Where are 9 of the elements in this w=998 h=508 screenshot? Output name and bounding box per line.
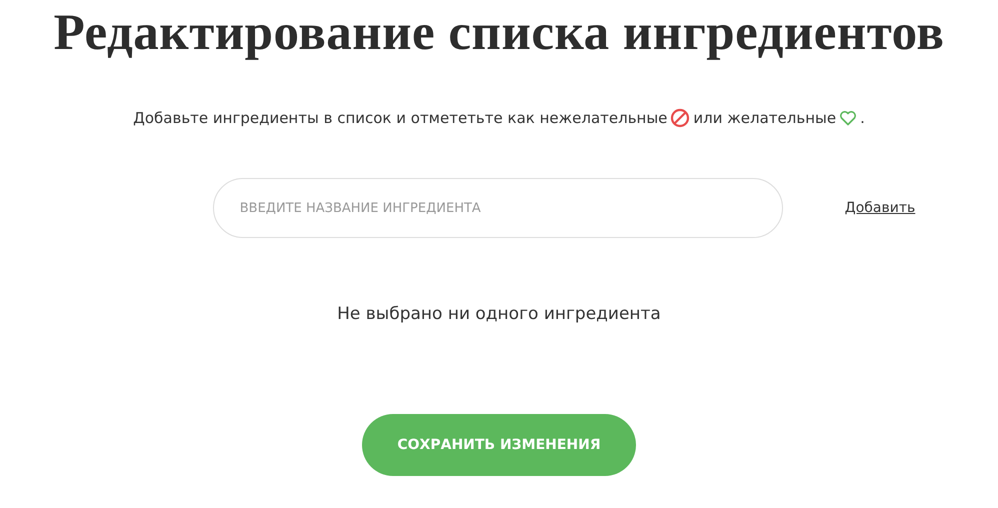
intro-text: Добавьте ингредиенты в список и отмететьте как нежелательные xyxy=(133,109,668,127)
page-title: Редактирование списка ингредиентов xyxy=(54,4,944,63)
ingredient-input-field[interactable]: ВВЕДИТЕ НАЗВАНИЕ ИНГРЕДИЕНТА xyxy=(212,178,783,238)
heart-icon xyxy=(839,110,858,126)
intro-punctuation: . xyxy=(860,109,865,127)
empty-message: Не выбрано ни одного ингредиента xyxy=(337,304,661,324)
prohibited-icon xyxy=(670,108,690,128)
intro-text: или желательные xyxy=(693,109,836,127)
add-link[interactable]: Добавить xyxy=(844,200,916,216)
